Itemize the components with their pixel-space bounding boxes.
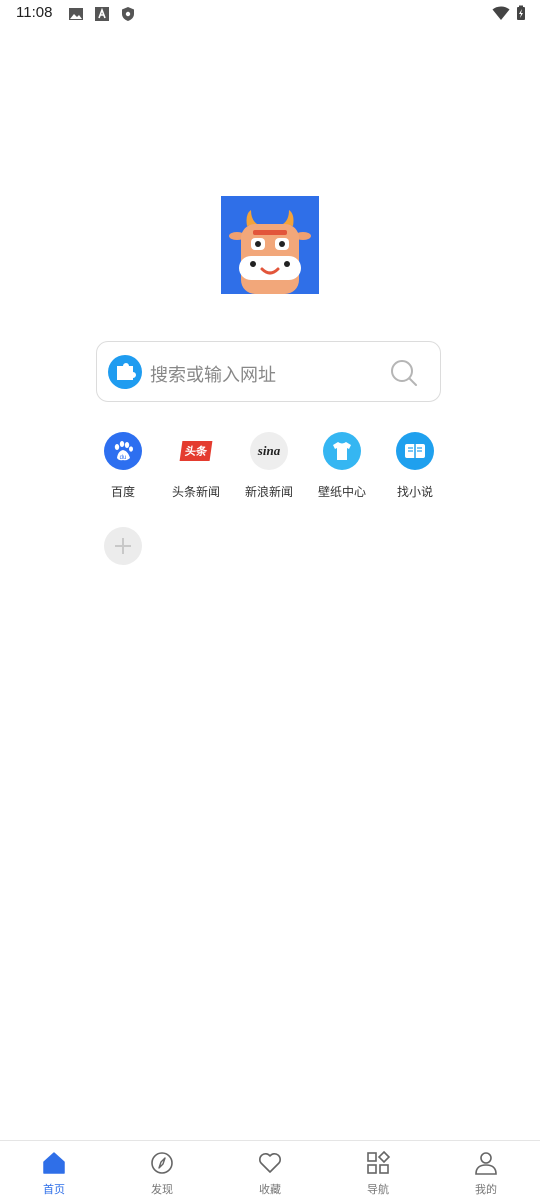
shortcut-toutiao[interactable]: 头条 头条新闻 (159, 432, 233, 500)
add-shortcut-button[interactable] (104, 527, 142, 565)
shortcut-novel[interactable]: 找小说 (378, 432, 452, 500)
nav-label: 发现 (151, 1183, 173, 1196)
shortcut-label: 头条新闻 (171, 485, 220, 499)
nav-label: 导航 (367, 1183, 389, 1196)
toutiao-icon: 头条 (177, 432, 215, 470)
shortcut-baidu[interactable]: du 百度 (86, 432, 160, 500)
nav-item-home[interactable]: 首页 (0, 1149, 108, 1197)
shortcut-label: 百度 (110, 485, 135, 499)
shortcut-wallpaper[interactable]: 壁纸中心 (305, 432, 379, 500)
tshirt-icon (323, 432, 361, 470)
status-system-icons (492, 5, 526, 21)
shield-icon (122, 7, 134, 21)
search-engine-icon[interactable] (108, 355, 142, 389)
battery-icon (517, 5, 525, 20)
user-icon (475, 1152, 497, 1175)
status-notification-icons (68, 6, 136, 22)
cow-logo-icon (221, 196, 319, 294)
status-time: 11:08 (16, 4, 53, 21)
svg-text:du: du (120, 455, 127, 461)
sina-logo-text: sina (257, 443, 281, 458)
toutiao-logo-text: 头条 (179, 441, 213, 461)
home-icon (43, 1152, 65, 1174)
shortcut-label: 新浪新闻 (244, 485, 293, 499)
nav-label: 我的 (475, 1183, 497, 1196)
nav-item-profile[interactable]: 我的 (432, 1149, 540, 1197)
shortcut-label: 壁纸中心 (317, 485, 366, 499)
heart-icon (259, 1153, 281, 1173)
search-bar[interactable]: 搜索或输入网址 (96, 341, 441, 402)
search-icon[interactable] (390, 359, 418, 387)
shortcut-sina[interactable]: sina 新浪新闻 (232, 432, 306, 500)
image-icon (69, 8, 83, 20)
status-bar: 11:08 (0, 0, 540, 28)
book-icon (396, 432, 434, 470)
shortcut-label: 找小说 (396, 485, 433, 499)
app-logo (221, 196, 319, 294)
sina-icon: sina (250, 432, 288, 470)
compass-icon (151, 1152, 173, 1174)
font-icon (95, 7, 109, 21)
grid-icon (367, 1150, 391, 1174)
bottom-nav: 首页 发现 收藏 导航 我的 (0, 1140, 540, 1201)
search-input[interactable]: 搜索或输入网址 (150, 361, 276, 387)
nav-item-navigation[interactable]: 导航 (324, 1149, 432, 1197)
nav-item-discover[interactable]: 发现 (108, 1149, 216, 1197)
nav-label: 收藏 (259, 1183, 281, 1196)
plus-icon (115, 538, 131, 554)
nav-label: 首页 (43, 1183, 65, 1196)
wifi-icon (492, 6, 510, 20)
baidu-icon: du (104, 432, 142, 470)
nav-item-favorites[interactable]: 收藏 (216, 1149, 324, 1197)
puzzle-icon (117, 363, 136, 380)
